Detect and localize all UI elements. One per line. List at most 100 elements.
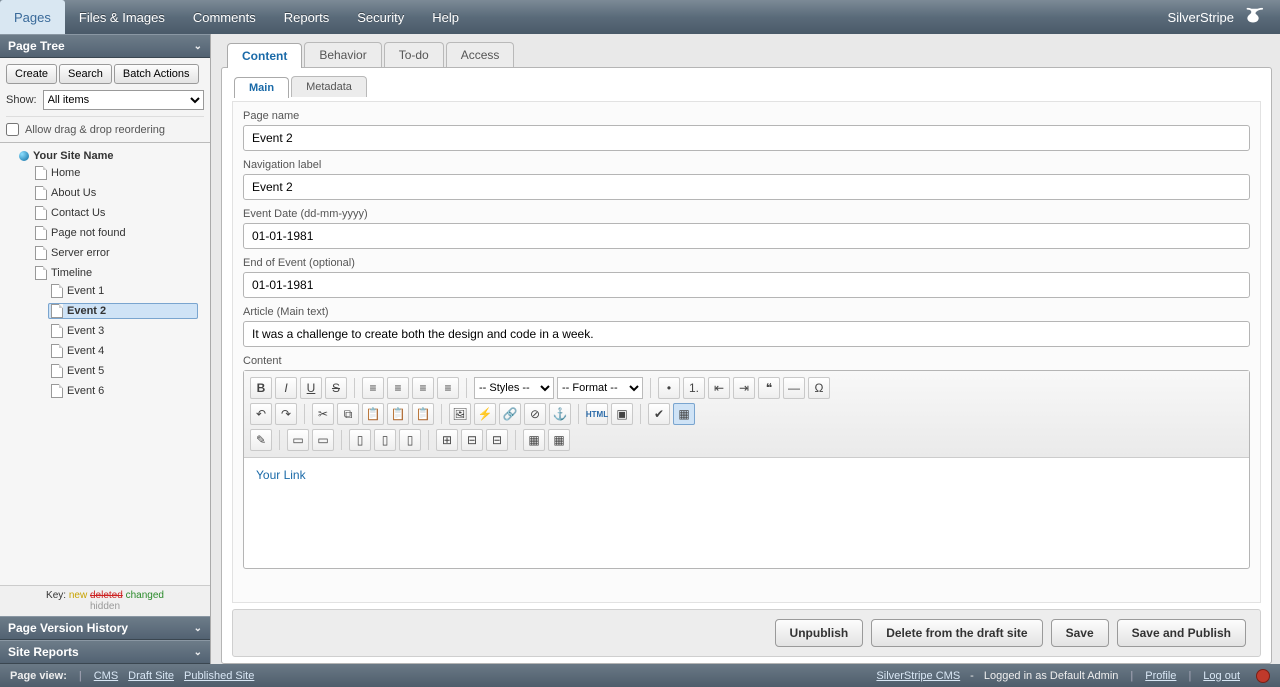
anchor-button[interactable]: ⚓: [549, 403, 571, 425]
unpublish-button[interactable]: Unpublish: [775, 619, 864, 647]
bold-button[interactable]: B: [250, 377, 272, 399]
content-link[interactable]: Your Link: [256, 468, 306, 482]
logout-link[interactable]: Log out: [1203, 670, 1240, 682]
form-scroll[interactable]: Page name Navigation label Event Date (d…: [232, 101, 1261, 603]
merge-cells-button[interactable]: ⊞: [436, 429, 458, 451]
col-before-button[interactable]: ▯: [349, 429, 371, 451]
delete-table-button[interactable]: ▦: [548, 429, 570, 451]
search-button[interactable]: Search: [59, 64, 112, 84]
styles-select[interactable]: -- Styles --: [474, 377, 554, 399]
show-label: Show:: [6, 94, 37, 106]
undo-button[interactable]: ↶: [250, 403, 272, 425]
site-root[interactable]: Your Site Name: [16, 149, 206, 163]
tab-behavior[interactable]: Behavior: [304, 42, 381, 67]
row-after-button[interactable]: ▭: [312, 429, 334, 451]
nav-label-input[interactable]: [243, 174, 1250, 200]
tree-item[interactable]: Event 1: [48, 283, 198, 299]
delete-row-button[interactable]: ⊟: [486, 429, 508, 451]
tree-item[interactable]: Server error: [32, 245, 202, 261]
tree-item[interactable]: Event 4: [48, 343, 198, 359]
paste-button[interactable]: 📋: [362, 403, 384, 425]
bullet-list-button[interactable]: •: [658, 377, 680, 399]
page-tree-header[interactable]: Page Tree ⌄: [0, 34, 210, 58]
menu-security[interactable]: Security: [343, 0, 418, 34]
tree-item[interactable]: Page not found: [32, 225, 202, 241]
paste-text-button[interactable]: 📋: [387, 403, 409, 425]
version-history-header[interactable]: Page Version History ⌄: [0, 616, 210, 640]
tree-item[interactable]: Contact Us: [32, 205, 202, 221]
underline-button[interactable]: U: [300, 377, 322, 399]
html-button[interactable]: HTML: [586, 403, 608, 425]
align-center-button[interactable]: ≡: [387, 377, 409, 399]
table-button[interactable]: ▦: [673, 403, 695, 425]
menu-help[interactable]: Help: [418, 0, 473, 34]
create-button[interactable]: Create: [6, 64, 57, 84]
allow-reorder-checkbox[interactable]: [6, 123, 19, 136]
col-after-button[interactable]: ▯: [374, 429, 396, 451]
menu-pages[interactable]: Pages: [0, 0, 65, 34]
hr-button[interactable]: —: [783, 377, 805, 399]
number-list-button[interactable]: 1.: [683, 377, 705, 399]
italic-button[interactable]: I: [275, 377, 297, 399]
tree-item[interactable]: Timeline: [32, 265, 202, 281]
table-props-button[interactable]: ▦: [523, 429, 545, 451]
delete-col-button[interactable]: ▯: [399, 429, 421, 451]
menu-comments[interactable]: Comments: [179, 0, 270, 34]
show-select[interactable]: All items: [43, 90, 204, 110]
batch-actions-button[interactable]: Batch Actions: [114, 64, 199, 84]
tree-item[interactable]: About Us: [32, 185, 202, 201]
cut-button[interactable]: ✂: [312, 403, 334, 425]
tab-access[interactable]: Access: [446, 42, 515, 67]
menu-files-images[interactable]: Files & Images: [65, 0, 179, 34]
editor-body[interactable]: Your Link: [244, 458, 1249, 568]
image-button[interactable]: 🖼: [449, 403, 471, 425]
cms-link[interactable]: CMS: [94, 670, 118, 682]
blockquote-button[interactable]: ❝: [758, 377, 780, 399]
delete-draft-button[interactable]: Delete from the draft site: [871, 619, 1042, 647]
format-select[interactable]: -- Format --: [557, 377, 643, 399]
tree-item[interactable]: Event 5: [48, 363, 198, 379]
edit-cell-button[interactable]: ✎: [250, 429, 272, 451]
subtab-main[interactable]: Main: [234, 77, 289, 98]
tab-todo[interactable]: To-do: [384, 42, 444, 67]
align-justify-button[interactable]: ≡: [437, 377, 459, 399]
special-char-button[interactable]: Ω: [808, 377, 830, 399]
expand-icon: ⌄: [194, 647, 202, 658]
published-site-link[interactable]: Published Site: [184, 670, 254, 682]
tab-content[interactable]: Content: [227, 43, 302, 68]
link-button[interactable]: 🔗: [499, 403, 521, 425]
page-name-input[interactable]: [243, 125, 1250, 151]
align-right-button[interactable]: ≡: [412, 377, 434, 399]
article-input[interactable]: [243, 321, 1250, 347]
flash-button[interactable]: ⚡: [474, 403, 496, 425]
unlink-button[interactable]: ⊘: [524, 403, 546, 425]
indent-button[interactable]: ⇥: [733, 377, 755, 399]
fullscreen-button[interactable]: ▣: [611, 403, 633, 425]
close-icon[interactable]: [1256, 669, 1270, 683]
paste-word-button[interactable]: 📋: [412, 403, 434, 425]
profile-link[interactable]: Profile: [1145, 670, 1176, 682]
save-publish-button[interactable]: Save and Publish: [1117, 619, 1246, 647]
copy-button[interactable]: ⧉: [337, 403, 359, 425]
end-date-input[interactable]: [243, 272, 1250, 298]
strike-button[interactable]: S: [325, 377, 347, 399]
spellcheck-button[interactable]: ✔: [648, 403, 670, 425]
cms-home-link[interactable]: SilverStripe CMS: [876, 670, 960, 682]
tree-item[interactable]: Event 3: [48, 323, 198, 339]
redo-button[interactable]: ↷: [275, 403, 297, 425]
tree-item[interactable]: Home: [32, 165, 202, 181]
tree-item-selected[interactable]: Event 2: [48, 303, 198, 319]
save-button[interactable]: Save: [1051, 619, 1109, 647]
site-reports-header[interactable]: Site Reports ⌄: [0, 640, 210, 664]
event-date-input[interactable]: [243, 223, 1250, 249]
page-icon: [51, 324, 63, 338]
align-left-button[interactable]: ≡: [362, 377, 384, 399]
row-before-button[interactable]: ▭: [287, 429, 309, 451]
split-cells-button[interactable]: ⊟: [461, 429, 483, 451]
end-date-label: End of Event (optional): [243, 257, 1250, 269]
subtab-metadata[interactable]: Metadata: [291, 76, 367, 97]
outdent-button[interactable]: ⇤: [708, 377, 730, 399]
draft-site-link[interactable]: Draft Site: [128, 670, 174, 682]
menu-reports[interactable]: Reports: [270, 0, 344, 34]
tree-item[interactable]: Event 6: [48, 383, 198, 399]
